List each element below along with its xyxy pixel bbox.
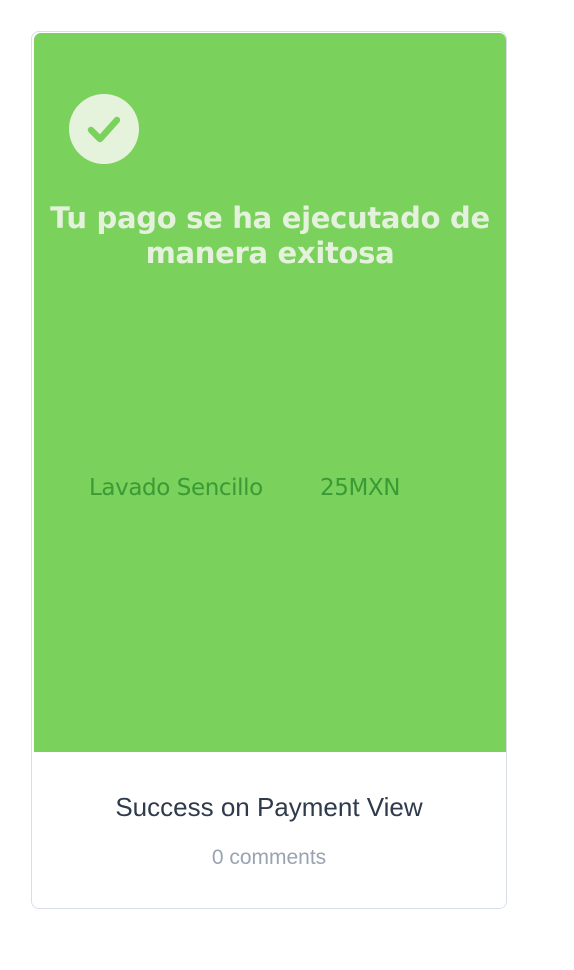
design-preview-image[interactable]: Tu pago se ha ejecutado de manera exitos… (34, 33, 506, 752)
comments-count[interactable]: 0 comments (32, 845, 506, 871)
item-name: Lavado Sencillo (89, 475, 263, 501)
checkmark-icon (87, 116, 121, 143)
card-footer: Success on Payment View 0 comments (32, 753, 506, 908)
design-card[interactable]: Tu pago se ha ejecutado de manera exitos… (31, 31, 507, 909)
item-price: 25MXN (320, 475, 401, 501)
success-message: Tu pago se ha ejecutado de manera exitos… (50, 201, 490, 270)
check-circle-icon (69, 94, 139, 164)
card-title[interactable]: Success on Payment View (32, 791, 506, 823)
